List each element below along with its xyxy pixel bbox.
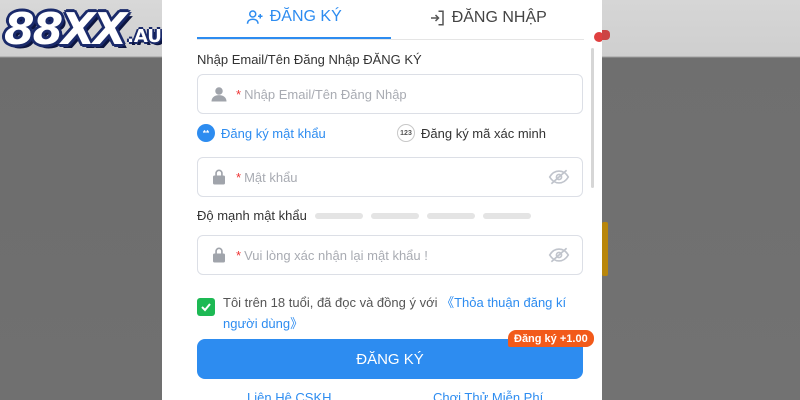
strength-meter xyxy=(314,212,531,219)
password-placeholder: Mật khẩu xyxy=(244,169,298,185)
background-overlay-right xyxy=(602,0,800,400)
free-trial-link[interactable]: Chơi Thử Miễn Phí xyxy=(433,390,543,400)
check-icon xyxy=(201,303,211,312)
lock-icon xyxy=(213,247,225,263)
password-input[interactable]: * Mật khẩu xyxy=(197,157,583,197)
agree-statement: Tôi trên 18 tuổi, đã đọc và đồng ý với xyxy=(223,295,442,310)
user-icon xyxy=(211,87,227,102)
close-indicator[interactable] xyxy=(594,32,602,42)
register-bonus-badge: Đăng ký +1.00 xyxy=(508,330,594,347)
contact-support-link[interactable]: Liên Hệ CSKH xyxy=(247,390,332,400)
agree-text: Tôi trên 18 tuổi, đã đọc và đồng ý với 《… xyxy=(223,292,587,334)
account-input[interactable]: * Nhập Email/Tên Đăng Nhập xyxy=(197,74,583,114)
strength-segment xyxy=(370,212,419,219)
terms-agreement: Tôi trên 18 tuổi, đã đọc và đồng ý với 《… xyxy=(197,292,587,334)
background-accent xyxy=(602,250,608,276)
required-mark: * xyxy=(236,247,242,263)
modal-scrollbar[interactable] xyxy=(591,48,594,188)
mode-password-label: Đăng ký mật khẩu xyxy=(221,125,326,141)
background-notification-dot xyxy=(602,30,610,40)
account-placeholder: Nhập Email/Tên Đăng Nhập xyxy=(244,86,407,102)
register-modal: ĐĂNG KÝ ĐĂNG NHẬP Nhập Email/Tên Đăng Nh… xyxy=(162,0,602,400)
account-label: Nhập Email/Tên Đăng Nhập ĐĂNG KÝ xyxy=(197,52,422,67)
strength-segment xyxy=(426,212,475,219)
mode-password-register[interactable]: ** Đăng ký mật khẩu xyxy=(197,124,326,142)
tab-login[interactable]: ĐĂNG NHẬP xyxy=(391,0,585,39)
tab-register[interactable]: ĐĂNG KÝ xyxy=(197,0,391,39)
lock-icon xyxy=(213,169,225,185)
mode-code-register[interactable]: 123 Đăng ký mã xác minh xyxy=(397,124,546,142)
agree-checkbox[interactable] xyxy=(197,298,215,316)
tab-login-label: ĐĂNG NHẬP xyxy=(451,8,547,26)
tab-register-label: ĐĂNG KÝ xyxy=(269,7,342,25)
code-mode-icon: 123 xyxy=(397,124,415,142)
background-accent xyxy=(602,222,608,252)
required-mark: * xyxy=(236,86,242,102)
strength-segment xyxy=(314,212,363,219)
strength-label: Độ mạnh mật khẩu xyxy=(197,208,307,223)
background-overlay-left xyxy=(0,0,182,400)
mode-code-label: Đăng ký mã xác minh xyxy=(421,125,546,141)
eye-off-icon[interactable] xyxy=(548,246,570,264)
strength-segment xyxy=(482,212,531,219)
auth-tabs: ĐĂNG KÝ ĐĂNG NHẬP xyxy=(197,0,584,40)
login-door-icon xyxy=(430,10,444,25)
confirm-password-input[interactable]: * Vui lòng xác nhận lại mật khẩu ! xyxy=(197,235,583,275)
confirm-placeholder: Vui lòng xác nhận lại mật khẩu ! xyxy=(244,247,428,263)
eye-off-icon[interactable] xyxy=(548,168,570,186)
logo-main-text: 88XX xyxy=(4,3,127,55)
password-strength: Độ mạnh mật khẩu xyxy=(197,208,531,223)
password-mode-icon: ** xyxy=(197,124,215,142)
user-plus-icon xyxy=(246,9,263,24)
required-mark: * xyxy=(236,169,242,185)
